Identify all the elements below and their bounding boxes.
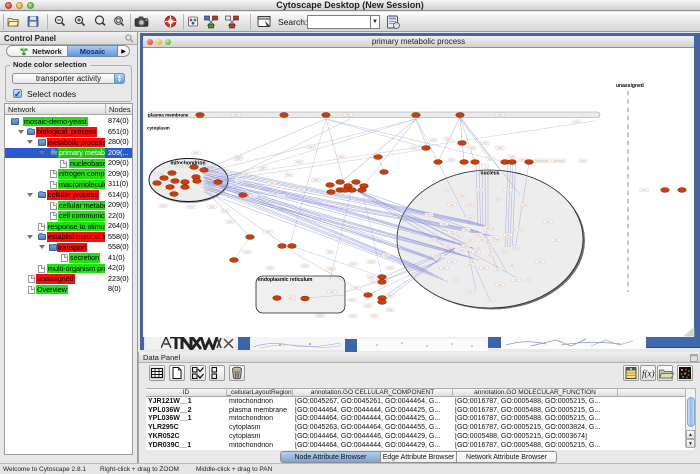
- svg-text:f(x): f(x): [642, 369, 655, 379]
- svg-text:mitochondrion: mitochondrion: [171, 161, 206, 167]
- svg-text:unassigned: unassigned: [616, 83, 644, 89]
- svg-text:endoplasmic reticulum: endoplasmic reticulum: [258, 277, 313, 283]
- svg-text:cytoplasm: cytoplasm: [147, 126, 170, 131]
- svg-text:plasma membrane: plasma membrane: [148, 113, 189, 118]
- svg-text:nucleus: nucleus: [481, 171, 500, 177]
